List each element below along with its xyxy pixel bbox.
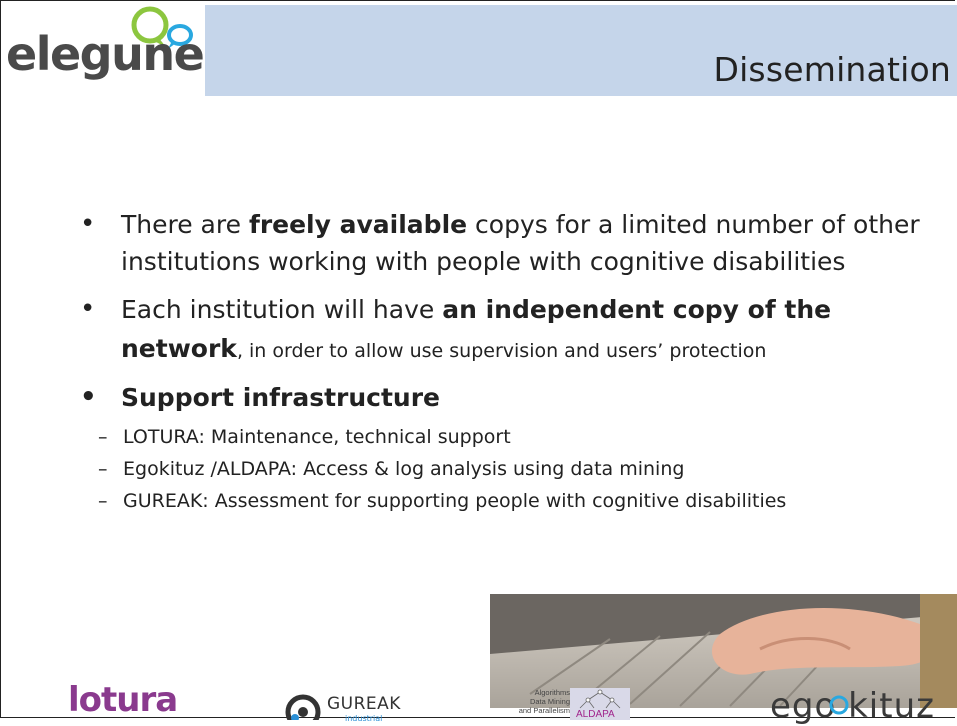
lotura-logo: lotura — [68, 680, 178, 720]
chair-icon — [829, 695, 849, 715]
bullet-dot: • — [80, 294, 96, 324]
header-band: Dissemination — [205, 5, 957, 96]
gureak-mark-icon — [285, 694, 321, 720]
elegune-logo-text: elegune — [6, 27, 205, 81]
bullet-dot: • — [80, 382, 97, 412]
aldapa-caption-line: and Parallelism — [518, 706, 570, 715]
bullet-bold-text: freely available — [248, 210, 468, 239]
slide-content: • There are freely available copys for a… — [80, 206, 940, 517]
sub-bullet-list: – LOTURA: Maintenance, technical support … — [80, 421, 940, 517]
sub-bullet-lotura: – LOTURA: Maintenance, technical support — [98, 426, 511, 448]
slide-title: Dissemination — [713, 50, 951, 89]
gureak-logo-subtext: industrial — [345, 714, 383, 723]
aldapa-caption-line: Algorithms — [534, 688, 570, 697]
sub-bullet-gureak: – GUREAK: Assessment for supporting peopl… — [98, 490, 787, 512]
sub-bullet-egokituz: – Egokituz /ALDAPA: Access & log analysis… — [98, 458, 685, 480]
bullet-text: There are — [121, 210, 249, 239]
aldapa-tree-graphic: ALDAPA — [570, 688, 630, 720]
gureak-logo: GUREAK industrial — [285, 690, 445, 723]
bullet-independent-copy: • Each institution will have an independ… — [80, 290, 940, 371]
bullet-support-infrastructure: • Support infrastructure — [80, 379, 940, 416]
egokituz-logo: ego kituz — [770, 686, 957, 726]
elegune-logo: elegune — [4, 5, 209, 91]
egokituz-logo-text: ego kituz — [770, 686, 935, 726]
bullet-dot: • — [80, 209, 96, 239]
sub-bullet-text: GUREAK: Assessment for supporting people… — [123, 490, 787, 512]
sub-bullet-text: LOTURA: Maintenance, technical support — [123, 426, 511, 448]
bullet-freely-available: • There are freely available copys for a… — [80, 206, 940, 280]
sub-bullet-text: Egokituz /ALDAPA: Access & log analysis … — [123, 458, 685, 480]
gureak-logo-text: GUREAK — [327, 694, 401, 714]
bullet-bold-text: Support infrastructure — [121, 383, 441, 412]
bullet-text: Each institution will have — [121, 295, 443, 324]
aldapa-caption-line: Data Mining — [529, 697, 570, 706]
aldapa-label: ALDAPA — [576, 709, 615, 720]
aldapa-logo: Algorithms Data Mining and Parallelism A… — [514, 688, 630, 720]
aldapa-caption: Algorithms Data Mining and Parallelism — [514, 688, 570, 715]
tree-diagram-icon — [579, 689, 621, 709]
bullet-text: , in order to allow use supervision and … — [236, 340, 767, 362]
